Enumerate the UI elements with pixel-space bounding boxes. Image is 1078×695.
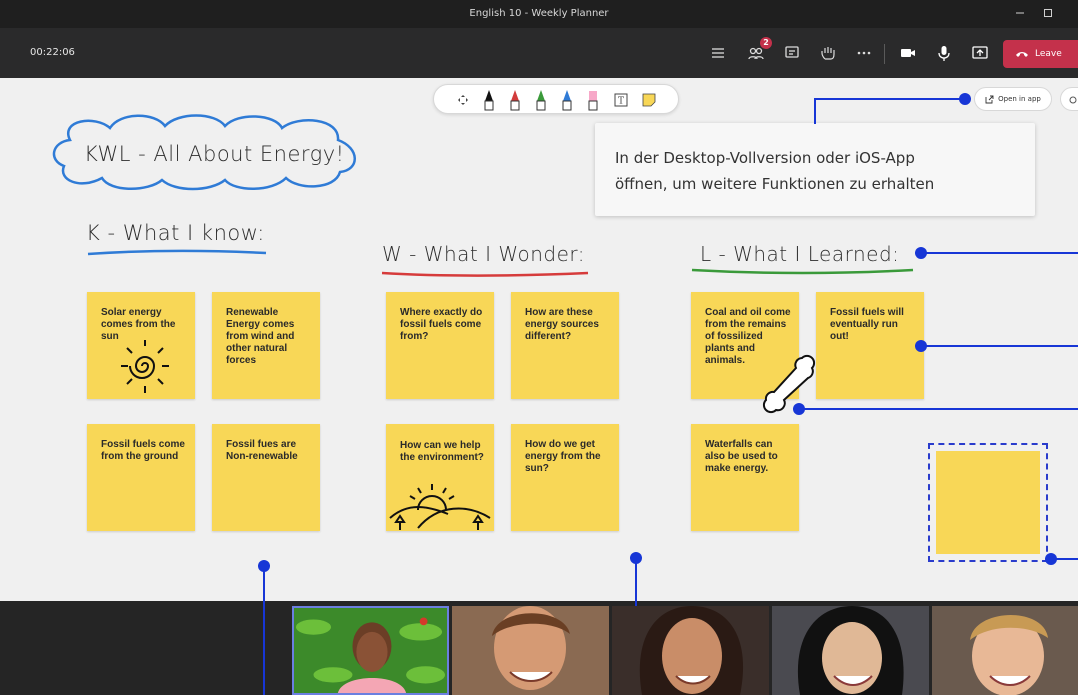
- heading-l-underline: [691, 268, 914, 275]
- whiteboard-toolbar: T: [433, 84, 679, 114]
- callout-line: [814, 98, 816, 124]
- sticky-note-k4[interactable]: Fossil fues are Non-renewable: [212, 424, 320, 531]
- sticky-note-text: Fossil fuels will eventually run out!: [830, 307, 904, 342]
- callout-line: [925, 345, 1078, 347]
- hang-up-icon: [1016, 52, 1028, 57]
- sticky-note-w2[interactable]: How are these energy sources different?: [511, 292, 619, 399]
- sun-doodle-icon: [121, 340, 169, 393]
- sticky-note-w3[interactable]: How can we help the environment?: [386, 424, 494, 531]
- sticky-note-l3[interactable]: Waterfalls can also be used to make ener…: [691, 424, 799, 531]
- bone-doodle-icon: [762, 354, 816, 414]
- callout-dot: [959, 93, 971, 105]
- microphone-icon[interactable]: [932, 41, 956, 65]
- open-in-app-tooltip: In der Desktop-Vollversion oder iOS-App …: [595, 123, 1035, 216]
- maximize-icon[interactable]: [1034, 0, 1062, 28]
- minimize-icon[interactable]: [1006, 0, 1034, 28]
- red-pen-icon[interactable]: [506, 89, 524, 111]
- camera-icon[interactable]: [896, 41, 920, 65]
- sticky-note-text: Fossil fuels come from the ground: [101, 439, 185, 462]
- more-options-icon[interactable]: [852, 41, 876, 65]
- sticky-note-empty[interactable]: [936, 451, 1040, 554]
- participant-video-2[interactable]: [452, 606, 609, 695]
- callout-line: [800, 408, 1078, 410]
- participant-avatar: [612, 606, 769, 695]
- meeting-timer: 00:22:06: [30, 47, 75, 58]
- open-external-icon: [985, 95, 994, 103]
- heading-w-underline: [381, 271, 589, 277]
- sticky-note-text: How can we help the environment?: [400, 440, 484, 463]
- highlighter-icon[interactable]: [584, 89, 602, 111]
- participant-avatar: [932, 606, 1078, 695]
- participant-video-3[interactable]: [612, 606, 769, 695]
- landscape-doodle-icon: [389, 484, 491, 530]
- participant-video-4[interactable]: [772, 606, 929, 695]
- sticky-note-w4[interactable]: How do we get energy from the sun?: [511, 424, 619, 531]
- callout-dot: [1045, 553, 1057, 565]
- callout-line: [925, 252, 1078, 254]
- sticky-note-k1[interactable]: Solar energy comes from the sun: [87, 292, 195, 399]
- participant-avatar: [772, 606, 929, 695]
- sticky-note-text: Fossil fues are Non-renewable: [226, 439, 298, 462]
- participant-avatar: [452, 606, 609, 695]
- heading-k-underline: [87, 249, 267, 256]
- participant-avatar: [294, 608, 447, 693]
- callout-line: [263, 601, 265, 695]
- window-title-bar: English 10 - Weekly Planner: [0, 0, 1078, 28]
- heading-w: W - What I Wonder:: [382, 242, 585, 266]
- participant-video-strip: [0, 601, 1078, 695]
- pan-tool-icon[interactable]: [454, 89, 472, 111]
- settings-icon: [1069, 96, 1077, 104]
- chat-icon[interactable]: [780, 41, 804, 65]
- tooltip-line-2: öffnen, um weitere Funktionen zu erhalte…: [615, 175, 935, 193]
- tooltip-line-1: In der Desktop-Vollversion oder iOS-App: [615, 149, 915, 167]
- text-tool-icon[interactable]: T: [612, 89, 630, 111]
- open-in-app-label: Open in app: [998, 95, 1041, 103]
- raise-hand-icon[interactable]: [816, 41, 840, 65]
- window-title: English 10 - Weekly Planner: [469, 8, 609, 19]
- callout-dot: [915, 247, 927, 259]
- toolbar-divider: [884, 44, 885, 64]
- whiteboard-canvas[interactable]: T Open in app In der Desktop-Vollversion…: [0, 78, 1078, 601]
- blue-pen-icon[interactable]: [558, 89, 576, 111]
- sticky-note-text: Renewable Energy comes from wind and oth…: [226, 307, 295, 366]
- board-title: KWL - All About Energy!: [84, 142, 345, 166]
- sticky-note-text: How are these energy sources different?: [525, 307, 599, 342]
- open-in-app-button[interactable]: Open in app: [974, 87, 1052, 111]
- leave-button[interactable]: Leave: [1003, 40, 1078, 68]
- sticky-note-w1[interactable]: Where exactly do fossil fuels come from?: [386, 292, 494, 399]
- settings-button[interactable]: [1060, 87, 1078, 111]
- sticky-note-text: Waterfalls can also be used to make ener…: [705, 439, 778, 474]
- black-pen-icon[interactable]: [480, 89, 498, 111]
- heading-l: L - What I Learned:: [700, 242, 900, 266]
- callout-line: [263, 566, 265, 601]
- callout-line: [815, 98, 965, 100]
- sticky-note-text: Where exactly do fossil fuels come from?: [400, 307, 483, 342]
- callout-dot: [793, 403, 805, 415]
- heading-k: K - What I know:: [86, 221, 265, 245]
- sticky-note-l2[interactable]: Fossil fuels will eventually run out!: [816, 292, 924, 399]
- svg-text:T: T: [618, 97, 624, 107]
- participants-button[interactable]: 2: [744, 37, 772, 65]
- participant-video-1[interactable]: [292, 606, 449, 695]
- sticky-note-tool-icon[interactable]: [640, 89, 658, 111]
- sticky-note-text: How do we get energy from the sun?: [525, 439, 601, 474]
- participant-video-5[interactable]: [932, 606, 1078, 695]
- participants-badge: 2: [760, 37, 772, 49]
- sticky-note-selection[interactable]: [928, 443, 1048, 562]
- meeting-controls-bar: 00:22:06 2 Leave: [0, 28, 1078, 78]
- callout-line: [635, 558, 637, 601]
- sticky-note-k2[interactable]: Renewable Energy comes from wind and oth…: [212, 292, 320, 399]
- leave-label: Leave: [1035, 49, 1062, 59]
- callout-dot: [915, 340, 927, 352]
- agenda-list-icon[interactable]: [706, 41, 730, 65]
- sticky-note-k3[interactable]: Fossil fuels come from the ground: [87, 424, 195, 531]
- share-screen-icon[interactable]: [968, 41, 992, 65]
- green-pen-icon[interactable]: [532, 89, 550, 111]
